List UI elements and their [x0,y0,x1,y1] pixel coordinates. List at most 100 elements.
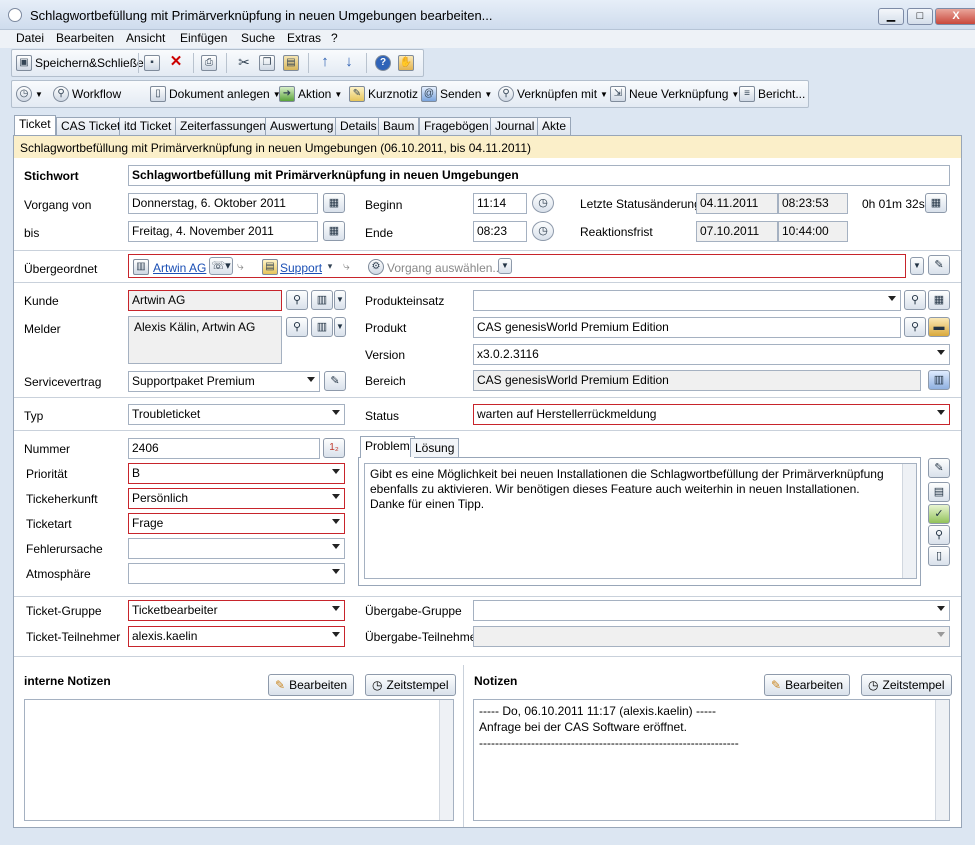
status-select[interactable]: warten auf Herstellerrückmeldung [473,404,950,425]
ticketart-select[interactable]: Frage [128,513,345,534]
menu-ansicht[interactable]: Ansicht [126,31,165,45]
pencil-icon[interactable]: ✎ [928,255,950,275]
maximize-button[interactable]: □ [907,8,933,25]
neue-verknuepfung-button[interactable]: ⇲ Neue Verknüpfung ▼ [610,85,739,103]
bis-input[interactable]: Freitag, 4. November 2011 [128,221,318,242]
check-document-icon[interactable]: ✓ [928,504,950,524]
arrow-down-icon[interactable]: ↓ [341,54,357,71]
hand-icon[interactable]: ✋ [398,55,414,71]
calendar-clock-icon[interactable]: ▦ [925,193,947,213]
attach-document-icon[interactable]: ▤ [928,482,950,502]
uebergabe-gruppe-select[interactable] [473,600,950,621]
menu-datei[interactable]: Datei [16,31,44,45]
tab-frageboegen[interactable]: Fragebögen [419,117,494,135]
clock-icon[interactable]: ◷ [532,221,554,241]
atmosphaere-select[interactable] [128,563,345,584]
arrow-up-icon[interactable]: ↑ [317,54,333,71]
uebergeordnet-link-artwin[interactable]: Artwin AG [153,261,206,275]
blank-document-icon[interactable]: ▯ [928,546,950,566]
notizen-zeitstempel-button[interactable]: ◷ Zeitstempel [861,674,952,696]
kunde-input[interactable]: Artwin AG [128,290,282,311]
interne-zeitstempel-button[interactable]: ◷ Zeitstempel [365,674,456,696]
pencil-icon[interactable]: ✎ [928,458,950,478]
produkteinsatz-select[interactable] [473,290,901,311]
menu-help[interactable]: ? [331,31,338,45]
chevron-down-icon[interactable]: ▼ [334,290,346,310]
interne-bearbeiten-button[interactable]: ✎ Bearbeiten [268,674,355,696]
help-icon[interactable]: ? [375,55,391,71]
dokument-anlegen-button[interactable]: ▯ Dokument anlegen ▼ [150,85,281,103]
timer-dropdown[interactable]: ◷ ▼ [16,85,43,103]
tab-problem[interactable]: Problem [360,436,415,458]
tab-journal[interactable]: Journal [490,117,540,135]
version-select[interactable]: x3.0.2.3116 [473,344,950,365]
notizen-textarea[interactable]: ----- Do, 06.10.2011 11:17 (alexis.kaeli… [473,699,950,821]
notizen-bearbeiten-button[interactable]: ✎ Bearbeiten [764,674,851,696]
fehlerursache-select[interactable] [128,538,345,559]
edit-contract-icon[interactable]: ✎ [324,371,346,391]
search-icon[interactable]: ⚲ [904,290,926,310]
tab-itd-ticket[interactable]: itd Ticket [119,117,177,135]
tab-ticket[interactable]: Ticket [14,115,56,136]
tab-auswertung[interactable]: Auswertung [265,117,339,135]
scrollbar[interactable] [935,700,949,820]
product-box-icon[interactable]: ▬ [928,317,950,337]
bericht-button[interactable]: ≡ Bericht... [739,85,805,103]
calendar-icon[interactable]: ▦ [323,221,345,241]
workflow-button[interactable]: ⚲ Workflow [53,85,121,103]
stichwort-input[interactable]: Schlagwortbefüllung mit Primärverknüpfun… [128,165,950,186]
chevron-down-icon[interactable]: ▾ [322,259,338,275]
tab-loesung[interactable]: Lösung [410,438,460,457]
kurznotiz-button[interactable]: ✎ Kurznotiz [349,85,418,103]
paste-icon[interactable]: ▤ [283,55,299,71]
scrollbar[interactable] [902,464,916,578]
ticket-gruppe-select[interactable]: Ticketbearbeiter [128,600,345,621]
chevron-down-icon[interactable]: ▼ [334,317,346,337]
contact-card-icon[interactable]: ▥ [311,317,333,337]
search-icon[interactable]: ⚲ [286,317,308,337]
interne-notizen-textarea[interactable] [24,699,454,821]
melder-input[interactable]: Alexis Kälin, Artwin AG [128,316,282,364]
tab-cas-ticket[interactable]: CAS Ticket [56,117,126,135]
problem-textarea[interactable]: Gibt es eine Möglichkeit bei neuen Insta… [364,463,917,579]
phone-dropdown[interactable]: ☏▾ [209,257,233,275]
menu-suche[interactable]: Suche [241,31,275,45]
minimize-button[interactable]: ▁ [878,8,904,25]
uebergeordnet-link-support[interactable]: Support [280,261,322,275]
tab-zeiterfassungen[interactable]: Zeiterfassungen [175,117,272,135]
print-icon[interactable]: ⎙ [201,55,217,71]
tab-details[interactable]: Details [335,117,382,135]
ticket-teilnehmer-select[interactable]: alexis.kaelin [128,626,345,647]
ende-input[interactable]: 08:23 [473,221,527,242]
chevron-down-icon[interactable]: ▼ [498,258,512,274]
beginn-input[interactable]: 11:14 [473,193,527,214]
search-icon[interactable]: ⚲ [286,290,308,310]
tab-akte[interactable]: Akte [537,117,572,135]
search-icon[interactable]: ⚲ [904,317,926,337]
scrollbar[interactable] [439,700,453,820]
verknuepfen-mit-button[interactable]: ⚲ Verknüpfen mit ▼ [498,85,608,103]
delete-icon[interactable]: ✕ [168,54,184,71]
calendar-icon[interactable]: ▦ [323,193,345,213]
senden-button[interactable]: @ Senden ▼ [421,85,492,103]
prioritaet-select[interactable]: B [128,463,345,484]
save-close-button[interactable]: ▣ Speichern&Schließen [16,54,150,72]
clock-icon[interactable]: ◷ [532,193,554,213]
aktion-button[interactable]: ➜ Aktion ▼ [279,85,342,103]
typ-select[interactable]: Troubleticket [128,404,345,425]
tickeherkunft-select[interactable]: Persönlich [128,488,345,509]
contact-card-icon[interactable]: ▥ [311,290,333,310]
menu-extras[interactable]: Extras [287,31,321,45]
menu-bearbeiten[interactable]: Bearbeiten [56,31,114,45]
chevron-down-icon[interactable]: ▼ [910,257,924,275]
vorgang-placeholder[interactable]: Vorgang auswählen... [387,261,502,275]
bereich-icon[interactable]: ▥ [928,370,950,390]
servicevertrag-select[interactable]: Supportpaket Premium [128,371,320,392]
vorgang-von-input[interactable]: Donnerstag, 6. Oktober 2011 [128,193,318,214]
cut-icon[interactable]: ✂ [236,55,252,71]
produkt-input[interactable]: CAS genesisWorld Premium Edition [473,317,901,338]
nummer-input[interactable]: 2406 [128,438,320,459]
tab-baum[interactable]: Baum [378,117,420,135]
menu-einfuegen[interactable]: Einfügen [180,31,227,45]
copy-icon[interactable]: ❐ [259,55,275,71]
